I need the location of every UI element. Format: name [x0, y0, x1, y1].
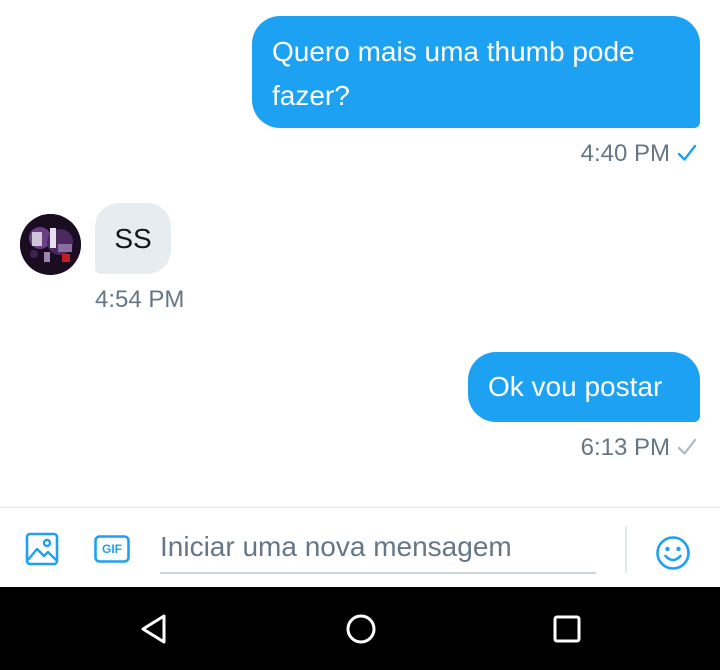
- message-composer: GIF: [0, 507, 720, 587]
- android-navigation-bar: [0, 587, 720, 670]
- emoji-icon[interactable]: [655, 535, 691, 571]
- gif-button[interactable]: GIF: [94, 535, 130, 563]
- composer-divider: [625, 526, 627, 573]
- message-timestamp: 4:40 PM: [580, 140, 670, 167]
- message-text: Quero mais uma thumb pode fazer?: [272, 36, 635, 111]
- read-check-icon: [677, 144, 697, 161]
- message-text: Ok vou postar: [488, 371, 663, 402]
- message-timestamp: 6:13 PM: [580, 434, 670, 461]
- incoming-message-bubble[interactable]: SS: [95, 203, 171, 274]
- image-icon[interactable]: [25, 532, 59, 566]
- recent-apps-icon[interactable]: [547, 609, 587, 649]
- message-timestamp: 4:54 PM: [95, 286, 185, 313]
- message-text: SS: [114, 223, 152, 254]
- message-input[interactable]: [160, 521, 596, 574]
- avatar[interactable]: [20, 214, 81, 275]
- back-icon[interactable]: [134, 609, 174, 649]
- conversation-view: Quero mais uma thumb pode fazer? 4:40 PM…: [0, 0, 720, 507]
- sent-check-icon: [677, 438, 697, 455]
- gif-label: GIF: [102, 542, 122, 556]
- home-icon[interactable]: [341, 609, 381, 649]
- outgoing-message-bubble[interactable]: Quero mais uma thumb pode fazer?: [252, 16, 700, 128]
- outgoing-message-bubble[interactable]: Ok vou postar: [468, 352, 700, 422]
